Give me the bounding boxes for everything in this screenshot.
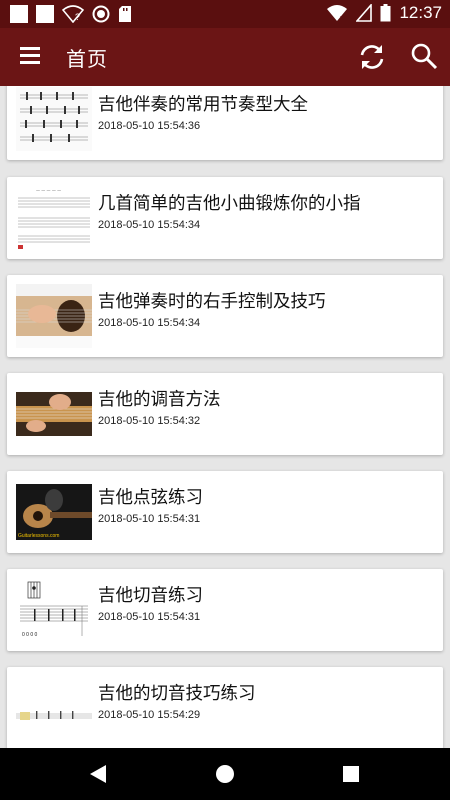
rhythm-sheet-thumbnail — [16, 87, 92, 151]
article-title: 吉他点弦练习 — [98, 488, 203, 508]
page-title: 首页 — [66, 47, 108, 71]
sd-card-icon — [119, 6, 131, 22]
status-bar: ? x 12:37 — [0, 0, 450, 28]
article-title: 吉他弹奏时的右手控制及技巧 — [98, 292, 326, 312]
record-icon — [92, 5, 110, 23]
article-title: 吉他伴奏的常用节奏型大全 — [98, 95, 308, 115]
back-icon[interactable] — [90, 765, 106, 783]
article-title: 吉他的切音技巧练习 — [98, 684, 256, 704]
signal-icon — [356, 4, 373, 22]
app-bar: 首页 — [0, 28, 450, 86]
article-list[interactable]: 吉他伴奏的常用节奏型大全 2018-05-10 15:54:36 — — — —… — [0, 86, 450, 748]
svg-text:Guitarlessons.com: Guitarlessons.com — [18, 533, 59, 539]
svg-text:— — — — —: — — — — — — [36, 188, 61, 193]
status-left-icons: ? — [10, 5, 132, 23]
list-item[interactable]: — — — — — 几首简单的吉他小曲锻炼你的小指 2018-05-10 15:… — [7, 177, 443, 259]
list-item[interactable]: 吉他弹奏时的右手控制及技巧 2018-05-10 15:54:34 — [7, 275, 443, 357]
status-right-icons: x 12:37 — [326, 3, 442, 23]
guitar-tapping-video-thumbnail: Guitarlessons.com — [16, 480, 92, 544]
recent-apps-icon[interactable] — [343, 766, 359, 782]
article-timestamp: 2018-05-10 15:54:34 — [98, 317, 201, 329]
article-timestamp: 2018-05-10 15:54:32 — [98, 415, 201, 427]
notification-square-icon — [36, 5, 54, 23]
article-title: 吉他的调音方法 — [98, 390, 221, 410]
article-timestamp: 2018-05-10 15:54:31 — [98, 611, 201, 623]
article-title: 几首简单的吉他小曲锻炼你的小指 — [98, 194, 361, 214]
muting-sheet-thumbnail — [16, 676, 92, 740]
chord-diagram-thumbnail: 0 0 0 0 — [16, 578, 92, 642]
list-item[interactable]: 吉他的调音方法 2018-05-10 15:54:32 — [7, 373, 443, 455]
list-item[interactable]: 0 0 0 0 吉他切音练习 2018-05-10 15:54:31 — [7, 569, 443, 651]
wifi-unknown-icon: ? — [62, 5, 84, 23]
list-item[interactable]: Guitarlessons.com 吉他点弦练习 2018-05-10 15:5… — [7, 471, 443, 553]
article-timestamp: 2018-05-10 15:54:29 — [98, 709, 201, 721]
menu-icon[interactable] — [20, 47, 40, 65]
article-title: 吉他切音练习 — [98, 586, 203, 606]
search-icon[interactable] — [410, 42, 438, 70]
system-nav-bar — [0, 748, 450, 800]
svg-text:x: x — [340, 15, 344, 22]
home-icon[interactable] — [216, 765, 234, 783]
wifi-icon: x — [327, 5, 348, 22]
list-item[interactable]: 吉他伴奏的常用节奏型大全 2018-05-10 15:54:36 — [7, 86, 443, 160]
svg-text:0 0 0 0: 0 0 0 0 — [22, 632, 38, 638]
article-timestamp: 2018-05-10 15:54:34 — [98, 219, 201, 231]
svg-text:?: ? — [75, 12, 80, 22]
guitar-hand-photo-thumbnail — [16, 284, 92, 348]
guitar-tuning-photo-thumbnail — [16, 382, 92, 446]
notification-square-icon — [10, 5, 28, 23]
article-timestamp: 2018-05-10 15:54:31 — [98, 513, 201, 525]
tab-sheet-thumbnail: — — — — — — [16, 186, 92, 250]
article-timestamp: 2018-05-10 15:54:36 — [98, 120, 201, 132]
status-clock: 12:37 — [399, 3, 442, 22]
battery-icon — [380, 4, 391, 22]
list-item[interactable]: 吉他的切音技巧练习 2018-05-10 15:54:29 — [7, 667, 443, 748]
refresh-icon[interactable] — [358, 43, 386, 71]
